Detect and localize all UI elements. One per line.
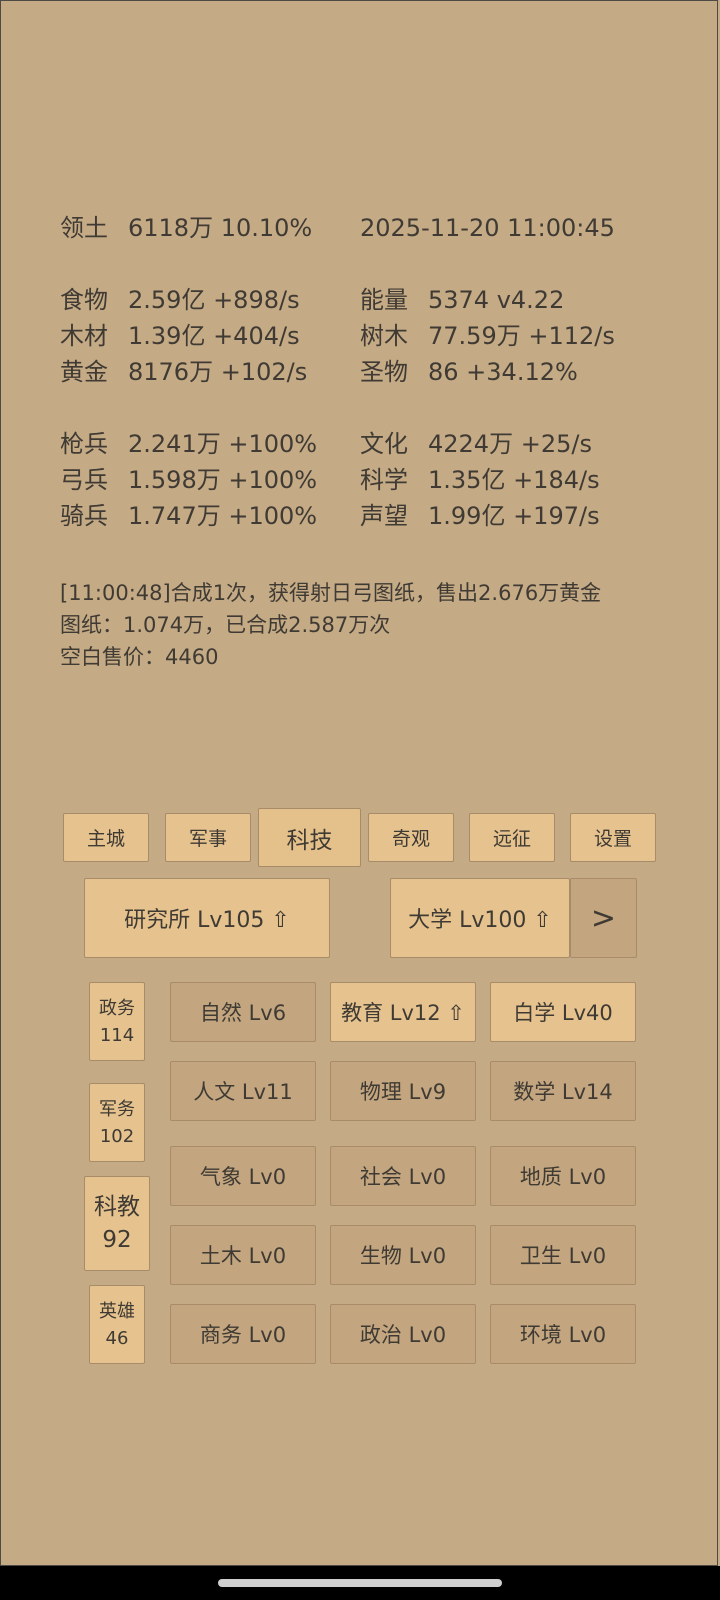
- side-politics[interactable]: 政务 114: [89, 982, 145, 1061]
- tab-main-city[interactable]: 主城: [63, 813, 149, 862]
- tab-settings[interactable]: 设置: [570, 813, 656, 862]
- stat-label: 枪兵: [60, 430, 108, 458]
- stat-label: 树木: [360, 322, 408, 350]
- side-military-affairs-label: 军务: [99, 1098, 135, 1120]
- stat-value: 2.59亿 +898/s: [128, 286, 300, 314]
- next-building-button[interactable]: >: [570, 878, 637, 958]
- stat-value: 86 +34.12%: [428, 358, 578, 386]
- tech-geology[interactable]: 地质 Lv0: [490, 1146, 636, 1206]
- stat-value: 4224万 +25/s: [428, 430, 592, 458]
- stat-value: 1.35亿 +184/s: [428, 466, 600, 494]
- territory-value: 6118万 10.10%: [128, 214, 313, 242]
- tech-environment[interactable]: 环境 Lv0: [490, 1304, 636, 1364]
- stat-label: 木材: [60, 322, 108, 350]
- territory-label: 领土: [60, 214, 108, 242]
- side-heroes[interactable]: 英雄 46: [89, 1285, 145, 1364]
- tech-meteorology[interactable]: 气象 Lv0: [170, 1146, 316, 1206]
- stat-label: 弓兵: [60, 466, 108, 494]
- stat-label: 科学: [360, 466, 408, 494]
- tech-white-studies[interactable]: 白学 Lv40: [490, 982, 636, 1042]
- datetime: 2025-11-20 11:00:45: [360, 214, 615, 242]
- side-heroes-label: 英雄: [99, 1300, 135, 1322]
- stat-label: 黄金: [60, 358, 108, 386]
- tech-civil-engineering[interactable]: 土木 Lv0: [170, 1225, 316, 1285]
- tech-humanities[interactable]: 人文 Lv11: [170, 1061, 316, 1121]
- university-button[interactable]: 大学 Lv100 ⇧: [390, 878, 570, 958]
- side-heroes-value: 46: [105, 1327, 129, 1349]
- stat-label: 食物: [60, 286, 108, 314]
- side-science-education[interactable]: 科教 92: [84, 1176, 150, 1271]
- stat-value: 2.241万 +100%: [128, 430, 318, 458]
- tech-nature[interactable]: 自然 Lv6: [170, 982, 316, 1042]
- log-line: [11:00:48]合成1次，获得射日弓图纸，售出2.676万黄金: [60, 581, 602, 605]
- stat-value: 1.598万 +100%: [128, 466, 318, 494]
- tab-expedition[interactable]: 远征: [469, 813, 555, 862]
- side-politics-value: 114: [99, 1024, 135, 1046]
- tech-society[interactable]: 社会 Lv0: [330, 1146, 476, 1206]
- tech-biology[interactable]: 生物 Lv0: [330, 1225, 476, 1285]
- side-military-affairs[interactable]: 军务 102: [89, 1083, 145, 1162]
- tab-military[interactable]: 军事: [165, 813, 251, 862]
- research-institute-button[interactable]: 研究所 Lv105 ⇧: [84, 878, 330, 958]
- tab-wonders[interactable]: 奇观: [368, 813, 454, 862]
- stat-value: 1.99亿 +197/s: [428, 502, 600, 530]
- side-science-education-label: 科教: [94, 1193, 140, 1220]
- stat-label: 声望: [360, 502, 408, 530]
- stat-label: 骑兵: [60, 502, 108, 530]
- stat-value: 1.39亿 +404/s: [128, 322, 300, 350]
- side-politics-label: 政务: [99, 997, 135, 1019]
- stat-label: 圣物: [360, 358, 408, 386]
- stat-value: 5374 v4.22: [428, 286, 565, 314]
- log-line: 空白售价：4460: [60, 645, 219, 669]
- tech-physics[interactable]: 物理 Lv9: [330, 1061, 476, 1121]
- tech-commerce[interactable]: 商务 Lv0: [170, 1304, 316, 1364]
- tech-politics[interactable]: 政治 Lv0: [330, 1304, 476, 1364]
- tech-education[interactable]: 教育 Lv12 ⇧: [330, 982, 476, 1042]
- tech-hygiene[interactable]: 卫生 Lv0: [490, 1225, 636, 1285]
- home-gesture-handle[interactable]: [218, 1579, 502, 1587]
- tech-mathematics[interactable]: 数学 Lv14: [490, 1061, 636, 1121]
- side-science-education-value: 92: [102, 1226, 132, 1253]
- stat-value: 77.59万 +112/s: [428, 322, 615, 350]
- event-log: [11:00:48]合成1次，获得射日弓图纸，售出2.676万黄金 图纸：1.0…: [60, 577, 601, 673]
- stat-label: 文化: [360, 430, 408, 458]
- stat-value: 1.747万 +100%: [128, 502, 318, 530]
- log-line: 图纸：1.074万，已合成2.587万次: [60, 613, 391, 637]
- side-military-affairs-value: 102: [99, 1125, 135, 1147]
- stat-label: 能量: [360, 286, 408, 314]
- tab-technology[interactable]: 科技: [258, 808, 361, 867]
- stat-value: 8176万 +102/s: [128, 358, 308, 386]
